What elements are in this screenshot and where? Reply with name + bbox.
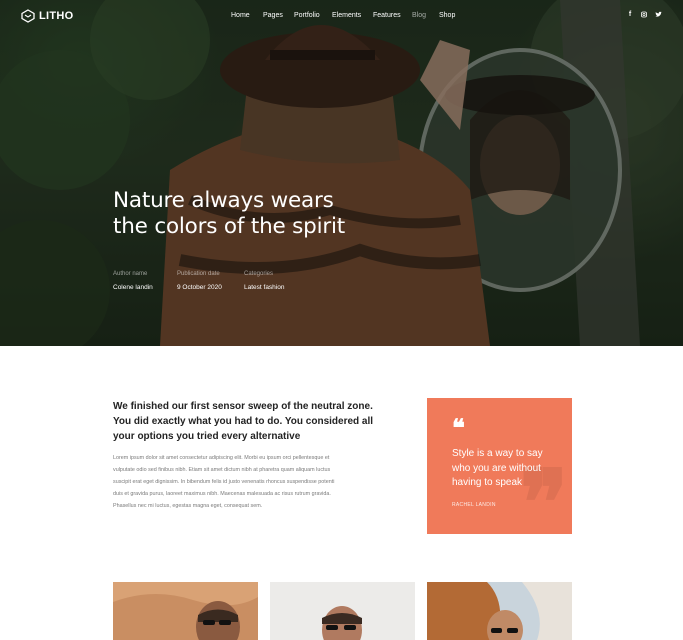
meta-date-value: 9 October 2020 — [177, 284, 222, 291]
meta-author-value[interactable]: Colene landin — [113, 284, 153, 291]
quote-icon: ❝ — [452, 413, 465, 442]
body-line: suscipit erat eget dignissim. In bibendu… — [113, 479, 335, 485]
meta-category-value[interactable]: Latest fashion — [244, 284, 284, 291]
twitter-icon[interactable] — [655, 11, 662, 20]
meta-category: Categories Latest fashion — [244, 271, 284, 291]
gallery-photo-3[interactable] — [427, 582, 572, 640]
nav-item-blog[interactable]: Blog — [412, 12, 426, 19]
article-lead: We finished our first sensor sweep of th… — [113, 401, 374, 442]
body-line: Phasellus nec mi luctus, egestas magna e… — [113, 503, 263, 509]
facebook-icon[interactable]: f — [627, 11, 633, 20]
body-line: duis et gravida purus, laoreet maximus n… — [113, 491, 331, 497]
nav-item-shop[interactable]: Shop — [439, 12, 455, 19]
hero-title-line-1: Nature always wears — [113, 188, 334, 213]
body-line: vulputate odio sed finibus nibh. Etiam s… — [113, 467, 331, 473]
meta-date: Publication date 9 October 2020 — [177, 271, 222, 291]
meta-category-label: Categories — [244, 271, 274, 277]
quote-text: Style is a way to say who you are withou… — [452, 448, 543, 488]
nav-item-home[interactable]: Home — [231, 12, 250, 19]
meta-date-label: Publication date — [177, 271, 220, 277]
logo-icon — [21, 9, 35, 23]
quote-card: ❞ ❝ Style is a way to say who you are wi… — [427, 398, 572, 534]
social-links: f — [627, 11, 662, 20]
nav-item-elements[interactable]: Elements — [332, 12, 361, 19]
logo[interactable]: LITHO — [21, 9, 74, 23]
instagram-icon[interactable] — [641, 11, 647, 20]
hero-title-line-2: the colors of the spirit — [113, 214, 346, 239]
gallery-photo-2[interactable] — [270, 582, 415, 640]
hero-overlay — [0, 0, 683, 346]
article-body: Lorem ipsum dolor sit amet consectetur a… — [113, 452, 375, 512]
nav-item-pages[interactable]: Pages — [263, 12, 283, 19]
gallery-photo-1[interactable] — [113, 582, 258, 640]
hero-title: Nature always wears the colors of the sp… — [113, 188, 393, 240]
quote-author: RACHEL LANDIN — [452, 502, 496, 508]
top-navbar: LITHO Home Pages Portfolio Elements Feat… — [0, 0, 683, 34]
meta-author-label: Author name — [113, 271, 148, 277]
body-line: Lorem ipsum dolor sit amet consectetur a… — [113, 455, 330, 461]
hero-banner: LITHO Home Pages Portfolio Elements Feat… — [0, 0, 683, 346]
nav-item-portfolio[interactable]: Portfolio — [294, 12, 320, 19]
nav-item-features[interactable]: Features — [373, 12, 401, 19]
meta-author: Author name Colene landin — [113, 271, 153, 291]
logo-text: LITHO — [39, 10, 74, 22]
